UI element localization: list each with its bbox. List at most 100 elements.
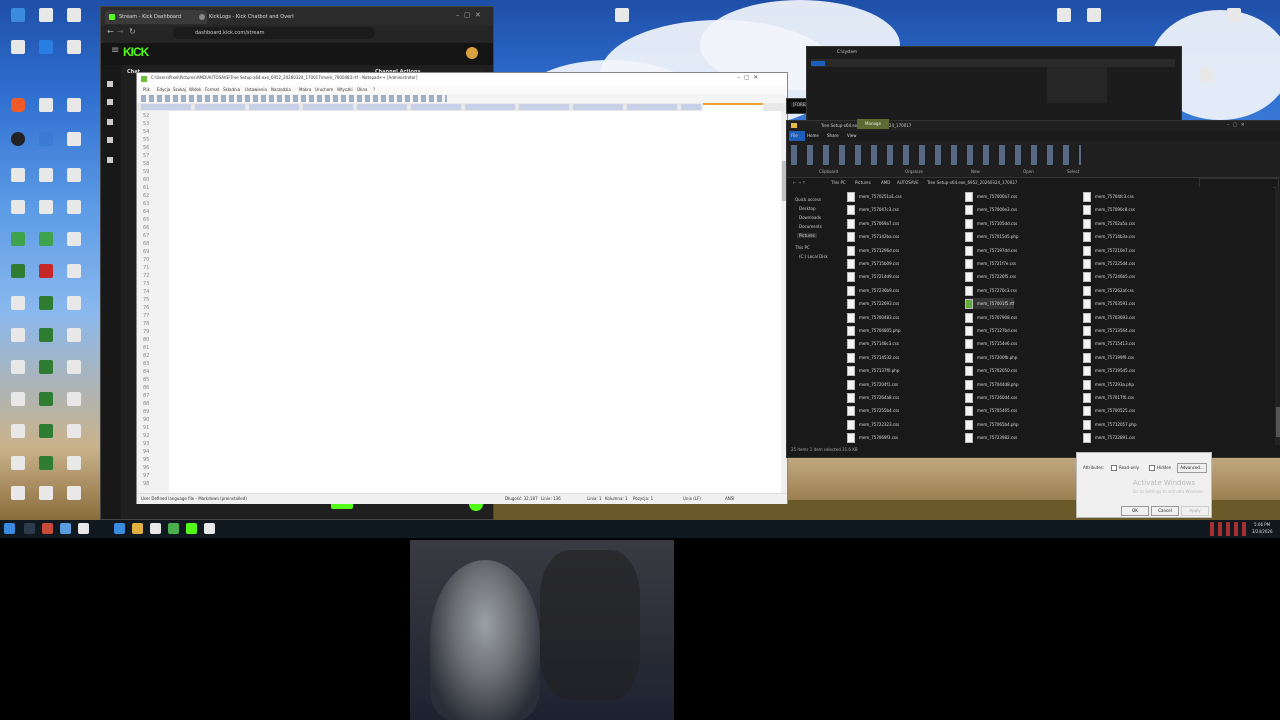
window-controls[interactable]: – ▢ ✕ <box>1227 122 1277 130</box>
search-icon[interactable] <box>24 523 35 534</box>
breadcrumb[interactable]: Pictures <box>855 178 871 187</box>
nav-item[interactable]: Pictures <box>797 233 817 238</box>
desktop-shortcut-icon[interactable] <box>4 40 32 70</box>
file-item[interactable]: mem_75700525.css <box>1083 405 1135 417</box>
file-item[interactable]: mem_757246b5.css <box>1083 271 1135 283</box>
window-controls[interactable]: – ▢ ✕ <box>456 11 492 21</box>
app-taskbar-icon[interactable] <box>114 523 125 534</box>
address-bar[interactable]: dashboard.kick.com/stream <box>173 27 375 39</box>
desktop-shortcut-icon[interactable] <box>32 360 60 390</box>
desktop-shortcut-icon[interactable] <box>4 424 32 454</box>
ribbon-icons[interactable] <box>791 145 1081 165</box>
app-taskbar-icon[interactable] <box>78 523 89 534</box>
file-item[interactable]: mem_75704fc3.css <box>1083 191 1134 202</box>
file-item[interactable]: mem_75715b09.css <box>847 258 899 269</box>
tab-stream-dashboard[interactable]: Stream - Kick Dashboard <box>105 10 207 24</box>
file-item[interactable]: mem_757197dd.css <box>965 245 1017 256</box>
file-item[interactable]: mem_75707908.css <box>965 312 1017 323</box>
sidebar-community-icon[interactable] <box>107 137 113 143</box>
file-item[interactable]: mem_757047c3.css <box>847 204 899 216</box>
desktop-shortcut-icon[interactable] <box>32 264 60 294</box>
desktop-shortcut-icon[interactable] <box>4 264 32 294</box>
breadcrumb[interactable]: This PC <box>831 178 846 187</box>
file-item[interactable]: mem_757017f0.css <box>1083 392 1134 403</box>
menu-item[interactable]: Szukaj <box>173 85 186 94</box>
desktop-shortcut-icon[interactable] <box>60 40 88 70</box>
file-item[interactable]: mem_7571296d.css <box>847 245 899 256</box>
menu-item[interactable]: Makra <box>299 85 311 94</box>
brave-browser-icon[interactable] <box>4 98 32 128</box>
desktop-shortcut-icon[interactable] <box>32 328 60 358</box>
address-bar[interactable]: ← → ↑ This PC Pictures AMD AUTOSAVE Tree… <box>787 178 1280 188</box>
desktop-shortcut-icon[interactable] <box>32 486 60 516</box>
desktop-shortcut-icon[interactable] <box>60 360 88 390</box>
desktop-shortcut-icon[interactable] <box>60 486 88 516</box>
file-item[interactable]: mem_757210e7.css <box>1083 245 1135 256</box>
menu-item[interactable]: Uruchom <box>315 85 333 94</box>
file-item[interactable]: mem_757262af.css <box>1083 285 1134 296</box>
file-item[interactable]: mem_757226f5.css <box>965 271 1016 283</box>
sidebar-analytics-icon[interactable] <box>107 119 113 125</box>
kick-taskbar-icon[interactable] <box>186 523 197 534</box>
tab-manage[interactable]: Manage <box>857 119 889 129</box>
desktop-shortcut-icon[interactable] <box>4 232 32 262</box>
file-item[interactable]: mem_757255b4.css <box>847 405 899 417</box>
desktop-shortcut-icon[interactable] <box>4 8 32 38</box>
advanced-button[interactable]: Advanced... <box>1177 463 1207 473</box>
file-item[interactable]: mem_757105dd.css <box>965 218 1017 229</box>
desktop-shortcut-icon[interactable] <box>4 296 32 326</box>
menu-item[interactable]: Okna <box>357 85 367 94</box>
ok-button[interactable]: OK <box>1121 506 1149 516</box>
file-item[interactable]: mem_757270c3.css <box>965 285 1017 296</box>
menu-item[interactable]: Wtyczki <box>337 85 353 94</box>
desktop-shortcut-icon[interactable] <box>4 486 32 516</box>
file-item[interactable]: mem_757015d5.php <box>965 231 1019 243</box>
nav-arrows-icon[interactable]: ← → ↑ <box>793 178 806 187</box>
file-item[interactable]: mem_75722891.css <box>1083 432 1135 444</box>
desktop-shortcut-icon[interactable] <box>60 8 88 38</box>
desktop-shortcut-icon[interactable] <box>608 8 636 38</box>
desktop-shortcut-icon[interactable] <box>4 328 32 358</box>
apply-button[interactable]: Apply <box>1181 506 1209 516</box>
forward-icon[interactable]: → <box>117 27 124 36</box>
desktop-shortcut-icon[interactable] <box>60 456 88 486</box>
desktop-shortcut-icon[interactable] <box>60 392 88 422</box>
desktop-shortcut-icon[interactable] <box>60 264 88 294</box>
scrollbar[interactable] <box>1275 187 1280 445</box>
nav-item[interactable]: This PC <box>795 245 810 250</box>
file-item[interactable]: mem_75705465.css <box>965 405 1017 417</box>
file-item[interactable]: mem_757225d4.css <box>1083 258 1135 269</box>
cancel-button[interactable]: Cancel <box>1151 506 1179 516</box>
tab-file[interactable]: File <box>789 131 805 141</box>
nav-item[interactable]: Documents <box>799 224 822 229</box>
file-item[interactable]: mem_75721f7e.css <box>965 258 1016 269</box>
desktop-shortcut-icon[interactable] <box>32 168 60 198</box>
nav-item[interactable]: Desktop <box>799 206 816 211</box>
desktop-shortcut-icon[interactable] <box>60 132 88 162</box>
file-item[interactable]: mem_757001f5.rtf <box>965 298 1015 310</box>
file-item[interactable]: mem_75704805.php <box>847 325 901 336</box>
sidebar-home-icon[interactable] <box>107 81 113 87</box>
sidebar-stream-icon[interactable] <box>107 99 113 105</box>
breadcrumb[interactable]: Tree Setup-x64.exe_6952_20260324_170017 <box>927 178 1017 187</box>
file-item[interactable]: mem_757200fb.php <box>965 352 1017 363</box>
file-item[interactable]: mem_757142ba.css <box>847 231 899 243</box>
nav-item[interactable]: Downloads <box>799 215 821 220</box>
file-tab[interactable] <box>811 61 825 66</box>
desktop-shortcut-icon[interactable] <box>4 360 32 390</box>
tab-kicklogs[interactable]: KickLogs - Kick Chatbot and Overl <box>195 10 319 24</box>
file-item[interactable]: mem_75702050.css <box>965 365 1017 377</box>
menu-item[interactable]: Format <box>205 85 219 94</box>
file-item[interactable]: mem_757214d9.css <box>847 271 899 283</box>
desktop-shortcut-icon[interactable] <box>60 200 88 230</box>
sidebar-settings-icon[interactable] <box>107 157 113 163</box>
desktop-shortcut-icon[interactable] <box>32 98 60 128</box>
start-icon[interactable] <box>4 523 15 534</box>
menu-icon[interactable]: ≡ <box>111 45 119 56</box>
file-item[interactable]: mem_757148c3.css <box>847 338 899 350</box>
desktop-shortcut-icon[interactable] <box>32 392 60 422</box>
breadcrumb[interactable]: AMD <box>881 178 890 187</box>
menu-item[interactable]: Edycja <box>157 85 170 94</box>
desktop-shortcut-icon[interactable] <box>32 424 60 454</box>
desktop-shortcut-icon[interactable] <box>32 200 60 230</box>
